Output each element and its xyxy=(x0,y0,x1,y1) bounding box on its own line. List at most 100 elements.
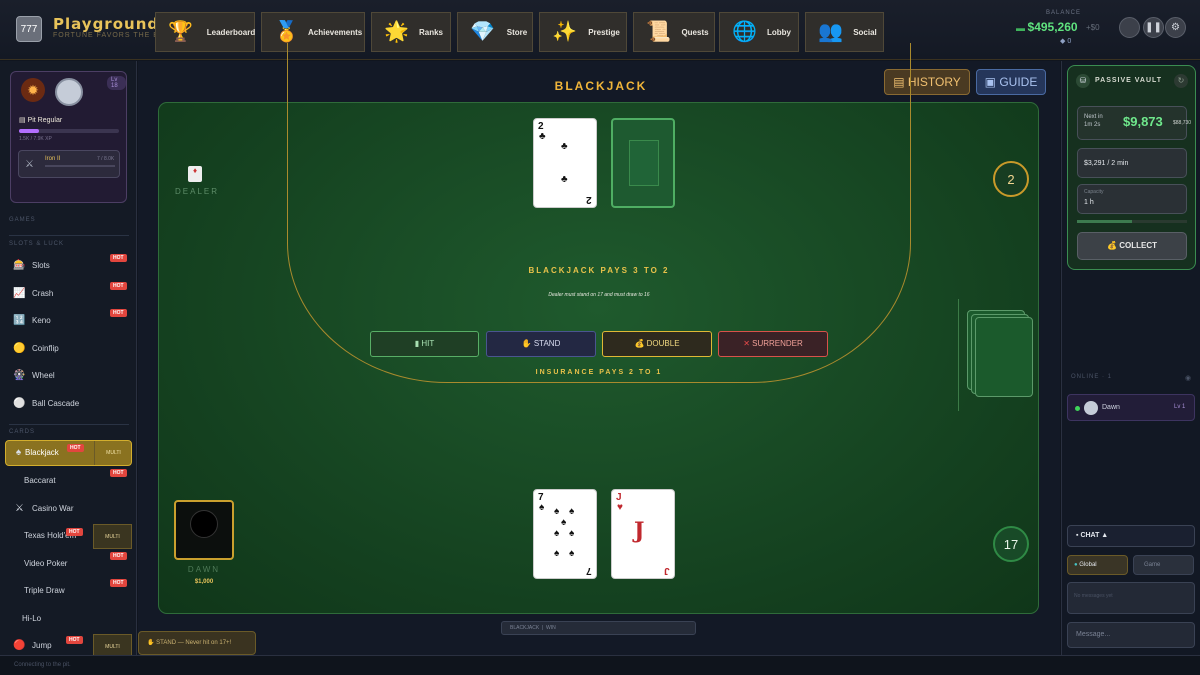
profile-card[interactable]: ✹ Lv 18 ▤ Pit Regular 1.5K / 7.9K XP ⚔ I… xyxy=(10,71,127,203)
round-info-bar: BLACKJACK | WIN xyxy=(501,621,696,635)
pause-icon[interactable]: ❚❚ xyxy=(1143,17,1164,38)
ball-icon: ⚪ xyxy=(13,398,26,409)
book-icon: ▣ xyxy=(984,75,1000,89)
sidebar-item-blackjack[interactable]: ♠ Blackjack HOT MULTI xyxy=(5,440,132,466)
online-label: ONLINE · 1 xyxy=(1071,374,1113,380)
chat-tab-global[interactable]: ● Global xyxy=(1067,555,1128,575)
jump-icon: 🔴 xyxy=(13,640,26,651)
chat-input[interactable]: Message... xyxy=(1067,622,1195,648)
sidebar-item-ball-cascade[interactable]: ⚪ Ball Cascade xyxy=(0,392,136,416)
vault-amount: $9,873 xyxy=(1123,114,1163,129)
xp-bar xyxy=(19,129,119,133)
vault-icon: ⛁ xyxy=(1076,74,1090,88)
sidebar-item-crash[interactable]: 📈 Crash HOT xyxy=(0,282,136,306)
sidebar-item-video-poker[interactable]: Video Poker HOT xyxy=(0,552,136,576)
rank-emblem-icon: ✹ xyxy=(21,78,45,102)
section-slots-luck: SLOTS & LUCK xyxy=(9,241,65,247)
slot-machine-icon: 🎰 xyxy=(13,260,26,271)
wheel-icon: 🎡 xyxy=(13,370,26,381)
sidebar-item-triple-draw[interactable]: Triple Draw HOT xyxy=(0,579,136,603)
hot-badge: HOT xyxy=(110,579,127,587)
player-avatar xyxy=(174,500,234,560)
numbers-icon: 🔢 xyxy=(13,315,26,326)
vault-toggle-icon[interactable]: ↻ xyxy=(1174,74,1188,88)
settings-gear-icon[interactable]: ⚙ xyxy=(1165,17,1186,38)
surrender-button[interactable]: ✕ SURRENDER xyxy=(718,331,828,357)
star-icon: 🌟 xyxy=(384,21,409,43)
scroll-icon: 📜 xyxy=(646,21,671,43)
status-bar: Connecting to the pit. xyxy=(0,655,1200,675)
divider xyxy=(9,235,129,236)
hot-badge: HOT xyxy=(66,636,83,644)
insurance-text: INSURANCE PAYS 2 TO 1 xyxy=(535,369,663,376)
vault-title: PASSIVE VAULT xyxy=(1095,77,1163,84)
player-name: DAWN xyxy=(187,565,221,574)
sidebar-item-coinflip[interactable]: 🟡 Coinflip xyxy=(0,337,136,361)
blackjack-pays-text: BLACKJACK PAYS 3 TO 2 xyxy=(528,266,670,275)
swords-icon: ⚔ xyxy=(25,159,34,170)
dealer-card: 2 ♣ ♣ ♣ 2 xyxy=(533,118,597,208)
player-score: 17 xyxy=(993,526,1029,562)
sidebar-item-keno[interactable]: 🔢 Keno HOT xyxy=(0,309,136,333)
silhouette-icon xyxy=(190,510,218,538)
nav-leaderboard[interactable]: 🏆 Leaderboard xyxy=(155,12,255,52)
sidebar-item-slots[interactable]: 🎰 Slots HOT xyxy=(0,254,136,278)
diamond-icon: 💎 xyxy=(470,21,495,43)
avatar xyxy=(1084,401,1098,415)
collect-button[interactable]: 💰 COLLECT xyxy=(1077,232,1187,260)
online-user-name: Dawn xyxy=(1102,404,1120,411)
user-avatar-button[interactable] xyxy=(1119,17,1140,38)
multi-badge[interactable]: MULTI xyxy=(93,524,132,549)
xp-text: 1.5K / 7.9K XP xyxy=(19,136,52,142)
passive-vault-panel: ⛁ PASSIVE VAULT ↻ Next in 1m 2s $9,873 $8… xyxy=(1067,65,1196,270)
sparkles-icon: ✨ xyxy=(552,21,577,43)
status-text: Connecting to the pit. xyxy=(14,662,71,668)
sidebar-item-hi-lo[interactable]: Hi-Lo xyxy=(0,607,136,631)
money-bag-icon: 💰 xyxy=(634,339,645,348)
cards-icon: ♠ xyxy=(15,447,22,458)
slot-machine-logo-icon: 777 xyxy=(16,16,42,42)
capacity-bar xyxy=(1077,220,1187,223)
chat-toggle[interactable]: ▪ CHAT ▲ xyxy=(1067,525,1195,547)
dealer-score: 2 xyxy=(993,161,1029,197)
hot-badge: HOT xyxy=(110,309,127,317)
sidebar-item-casino-war[interactable]: ⚔ Casino War xyxy=(0,497,136,521)
coin-icon: 🟡 xyxy=(13,343,26,354)
vault-next-box: Next in 1m 2s $9,873 $88,730 xyxy=(1077,106,1191,140)
deck-shoe xyxy=(975,317,1033,397)
hand-icon: ✋ xyxy=(147,640,157,646)
stand-button[interactable]: ✋ STAND xyxy=(486,331,596,357)
sidebar-item-baccarat[interactable]: Baccarat HOT xyxy=(0,469,136,493)
eye-icon[interactable]: ◉ xyxy=(1185,374,1191,382)
swords-icon: ⚔ xyxy=(15,503,24,514)
hot-badge: HOT xyxy=(110,282,127,290)
balance-value: ▬ $495,260 xyxy=(1016,20,1078,34)
hot-badge: HOT xyxy=(110,469,127,477)
app-title: Playground xyxy=(53,15,160,33)
dealer-hole-card xyxy=(611,118,675,208)
tier-progress-text: 7 / 8.0K xyxy=(97,156,115,162)
hand-icon: ✋ xyxy=(521,339,532,348)
vault-capacity-box: Capacity 1 h xyxy=(1077,184,1187,214)
player-card-1: 7 ♠ ♠ ♠ ♠ ♠ ♠ ♠ ♠ 7 xyxy=(533,489,597,579)
chart-icon: 📈 xyxy=(13,288,26,299)
vault-amount-sub: $88,730 xyxy=(1173,120,1192,126)
online-user-row[interactable]: Dawn Lv 1 xyxy=(1067,394,1195,421)
section-games: GAMES xyxy=(9,217,36,223)
dealer-icon: ♦ xyxy=(188,166,202,182)
hit-button[interactable]: ▮ HIT xyxy=(370,331,479,357)
xp-bar-fill xyxy=(19,129,39,133)
game-area: BLACKJACK ▤ HISTORY ▣ GUIDE ♦ DEALER 2 ♣ … xyxy=(138,43,1060,655)
double-button[interactable]: 💰 DOUBLE xyxy=(602,331,712,357)
player-bet: $1,000 xyxy=(194,579,214,585)
chat-tab-game[interactable]: Game xyxy=(1133,555,1194,575)
shoe-divider xyxy=(958,299,959,411)
next-label: Next in 1m 2s xyxy=(1084,114,1103,128)
right-sidebar: ⛁ PASSIVE VAULT ↻ Next in 1m 2s $9,873 $8… xyxy=(1061,61,1200,655)
close-icon: ✕ xyxy=(743,339,750,348)
multi-badge[interactable]: MULTI xyxy=(93,634,132,655)
guide-button[interactable]: ▣ GUIDE xyxy=(976,69,1046,95)
tier-progress-bar xyxy=(45,165,115,167)
vault-rate-box: $3,291 / 2 min xyxy=(1077,148,1187,178)
sidebar-item-wheel[interactable]: 🎡 Wheel xyxy=(0,364,136,388)
